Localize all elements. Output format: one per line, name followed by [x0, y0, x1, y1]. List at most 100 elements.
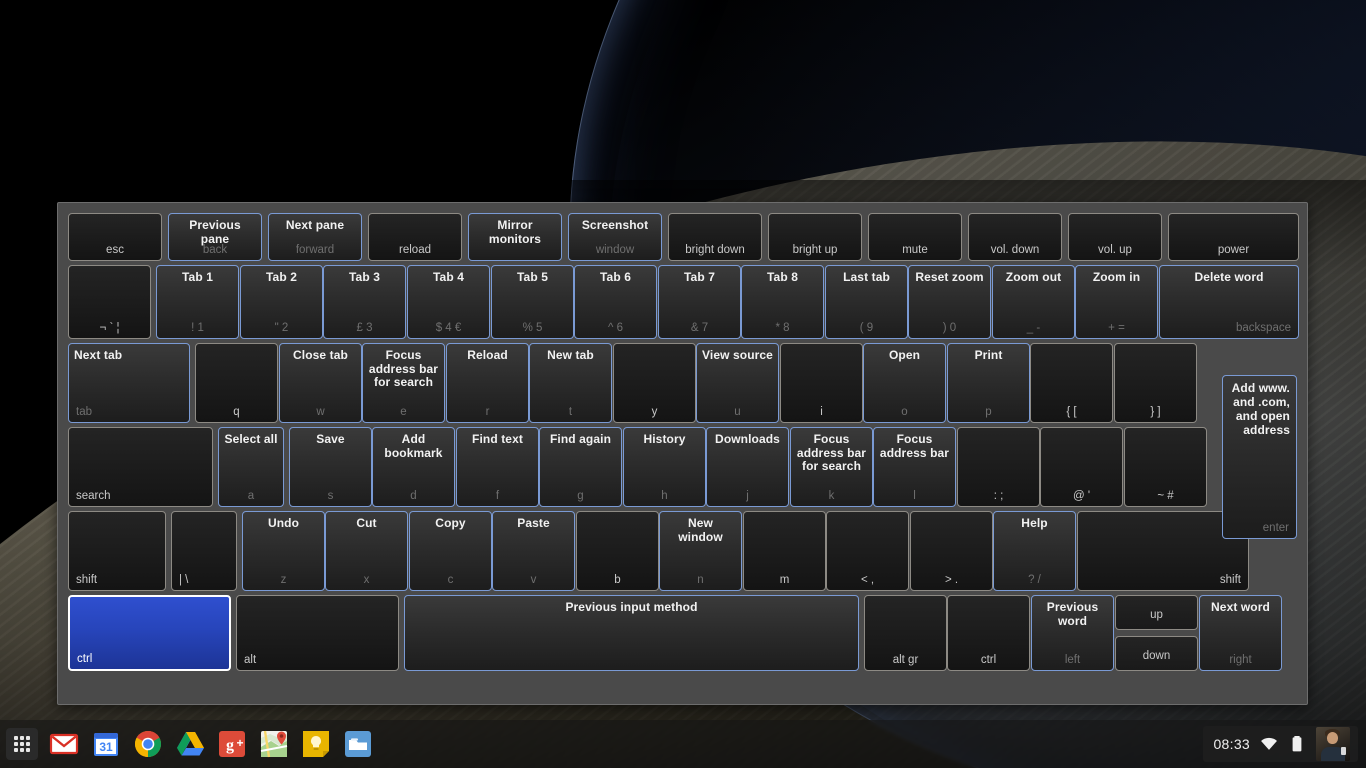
key-digit-3[interactable]: Tab 3 £ 3 — [323, 265, 406, 339]
gmail-icon[interactable] — [48, 728, 80, 760]
key-slash[interactable]: Help ? / — [993, 511, 1076, 591]
key-digit-2-action: Tab 2 — [266, 270, 297, 284]
key-key-j[interactable]: Downloads j — [706, 427, 789, 507]
key-key-l[interactable]: Focus address bar l — [873, 427, 956, 507]
key-equals[interactable]: Zoom in + = — [1075, 265, 1158, 339]
key-key-s[interactable]: Save s — [289, 427, 372, 507]
key-key-g[interactable]: Find again g — [539, 427, 622, 507]
key-comma[interactable]: < , — [826, 511, 909, 591]
key-digit-2[interactable]: Tab 2 " 2 — [240, 265, 323, 339]
key-key-v[interactable]: Paste v — [492, 511, 575, 591]
key-key-p[interactable]: Print p — [947, 343, 1030, 423]
key-bracket-right[interactable]: } ] — [1114, 343, 1197, 423]
key-key-t[interactable]: New tab t — [529, 343, 612, 423]
chrome-icon[interactable] — [132, 728, 164, 760]
key-esc[interactable]: esc — [68, 213, 162, 261]
key-minus-action: Zoom out — [1005, 270, 1062, 284]
key-bright-down[interactable]: bright down — [668, 213, 762, 261]
key-key-h[interactable]: History h — [623, 427, 706, 507]
key-hash[interactable]: ~ # — [1124, 427, 1207, 507]
key-back[interactable]: Previous pane back — [168, 213, 262, 261]
key-power-legend: power — [1217, 244, 1250, 256]
calendar-icon[interactable]: 31 — [90, 728, 122, 760]
key-digit-1[interactable]: Tab 1 ! 1 — [156, 265, 239, 339]
key-digit-0[interactable]: Reset zoom) 0 — [908, 265, 991, 339]
clock[interactable]: 08:33 — [1213, 736, 1250, 752]
key-key-l-action: Focus address bar — [879, 432, 950, 460]
key-enter[interactable]: Add www. and .com, and open address ente… — [1222, 375, 1297, 539]
key-ctrl-left[interactable]: ctrl — [68, 595, 231, 671]
key-arrow-left[interactable]: Previous word left — [1031, 595, 1114, 671]
files-icon[interactable] — [342, 728, 374, 760]
key-window[interactable]: Screenshot window — [568, 213, 662, 261]
key-mute[interactable]: mute — [868, 213, 962, 261]
key-backtick[interactable]: ¬ ` ¦ — [68, 265, 151, 339]
key-key-b[interactable]: b — [576, 511, 659, 591]
key-shift-left[interactable]: shift — [68, 511, 166, 591]
key-bracket-left[interactable]: { [ — [1030, 343, 1113, 423]
key-key-e[interactable]: Focus address bar for search e — [362, 343, 445, 423]
key-key-x[interactable]: Cut x — [325, 511, 408, 591]
key-key-f[interactable]: Find text f — [456, 427, 539, 507]
key-ctrl-right[interactable]: ctrl — [947, 595, 1030, 671]
app-launcher-icon[interactable] — [6, 728, 38, 760]
key-digit-7[interactable]: Tab 7 & 7 — [658, 265, 741, 339]
key-key-z[interactable]: Undo z — [242, 511, 325, 591]
key-reload[interactable]: reload — [368, 213, 462, 261]
key-arrow-up[interactable]: up — [1115, 595, 1198, 630]
key-vol-down-legend: vol. down — [990, 244, 1040, 256]
key-alt-left[interactable]: alt — [236, 595, 399, 671]
key-space[interactable]: Previous input method — [404, 595, 859, 671]
key-search[interactable]: search — [68, 427, 213, 507]
key-backspace[interactable]: Delete word backspace — [1159, 265, 1299, 339]
key-semicolon[interactable]: : ; — [957, 427, 1040, 507]
key-key-w[interactable]: Close tab w — [279, 343, 362, 423]
key-period[interactable]: > . — [910, 511, 993, 591]
key-arrow-down[interactable]: down — [1115, 636, 1198, 671]
key-power[interactable]: power — [1168, 213, 1299, 261]
keyboard-row-function-row: esc Previous pane back Next pane forward relo… — [68, 213, 1299, 261]
key-digit-4[interactable]: Tab 4 $ 4 € — [407, 265, 490, 339]
key-backslash[interactable]: | \ — [171, 511, 237, 591]
maps-icon[interactable] — [258, 728, 290, 760]
key-key-a[interactable]: Select all a — [218, 427, 284, 507]
key-forward[interactable]: Next pane forward — [268, 213, 362, 261]
key-tab[interactable]: Next tab tab — [68, 343, 190, 423]
key-key-y[interactable]: y — [613, 343, 696, 423]
key-quote-legend: @ ' — [1072, 490, 1091, 502]
key-arrow-right[interactable]: Next word right — [1199, 595, 1282, 671]
key-fullscreen[interactable]: Mirror monitors — [468, 213, 562, 261]
key-bright-up[interactable]: bright up — [768, 213, 862, 261]
system-tray[interactable]: 08:33 — [1203, 726, 1358, 762]
key-vol-up[interactable]: vol. up — [1068, 213, 1162, 261]
wifi-icon[interactable] — [1260, 735, 1278, 753]
key-key-n[interactable]: New window n — [659, 511, 742, 591]
key-key-k[interactable]: Focus address bar for search k — [790, 427, 873, 507]
key-vol-down[interactable]: vol. down — [968, 213, 1062, 261]
key-alt-gr[interactable]: alt gr — [864, 595, 947, 671]
battery-icon[interactable] — [1288, 735, 1306, 753]
key-key-u[interactable]: View source u — [696, 343, 779, 423]
key-minus[interactable]: Zoom out _ - — [992, 265, 1075, 339]
key-key-i[interactable]: i — [780, 343, 863, 423]
key-digit-8[interactable]: Tab 8 * 8 — [741, 265, 824, 339]
drive-icon[interactable] — [174, 728, 206, 760]
key-quote[interactable]: @ ' — [1040, 427, 1123, 507]
key-ctrl-right-legend: ctrl — [980, 654, 997, 666]
keyboard-row-modifier-row: ctrl alt Previous input method alt gr ctrl Pr… — [68, 595, 1297, 671]
key-key-c[interactable]: Copy c — [409, 511, 492, 591]
key-slash-action: Help — [1021, 516, 1048, 530]
key-equals-legend: + = — [1108, 322, 1125, 334]
key-key-q[interactable]: q — [195, 343, 278, 423]
key-key-d[interactable]: Add bookmark d — [372, 427, 455, 507]
key-key-o[interactable]: Open o — [863, 343, 946, 423]
key-key-w-legend: w — [316, 406, 325, 418]
keep-icon[interactable] — [300, 728, 332, 760]
key-digit-9[interactable]: Last tab ( 9 — [825, 265, 908, 339]
key-digit-5[interactable]: Tab 5 % 5 — [491, 265, 574, 339]
key-key-m[interactable]: m — [743, 511, 826, 591]
key-key-r[interactable]: Reload r — [446, 343, 529, 423]
user-avatar[interactable] — [1316, 727, 1350, 761]
key-digit-6[interactable]: Tab 6 ^ 6 — [574, 265, 657, 339]
google-plus-icon[interactable]: g + — [216, 728, 248, 760]
